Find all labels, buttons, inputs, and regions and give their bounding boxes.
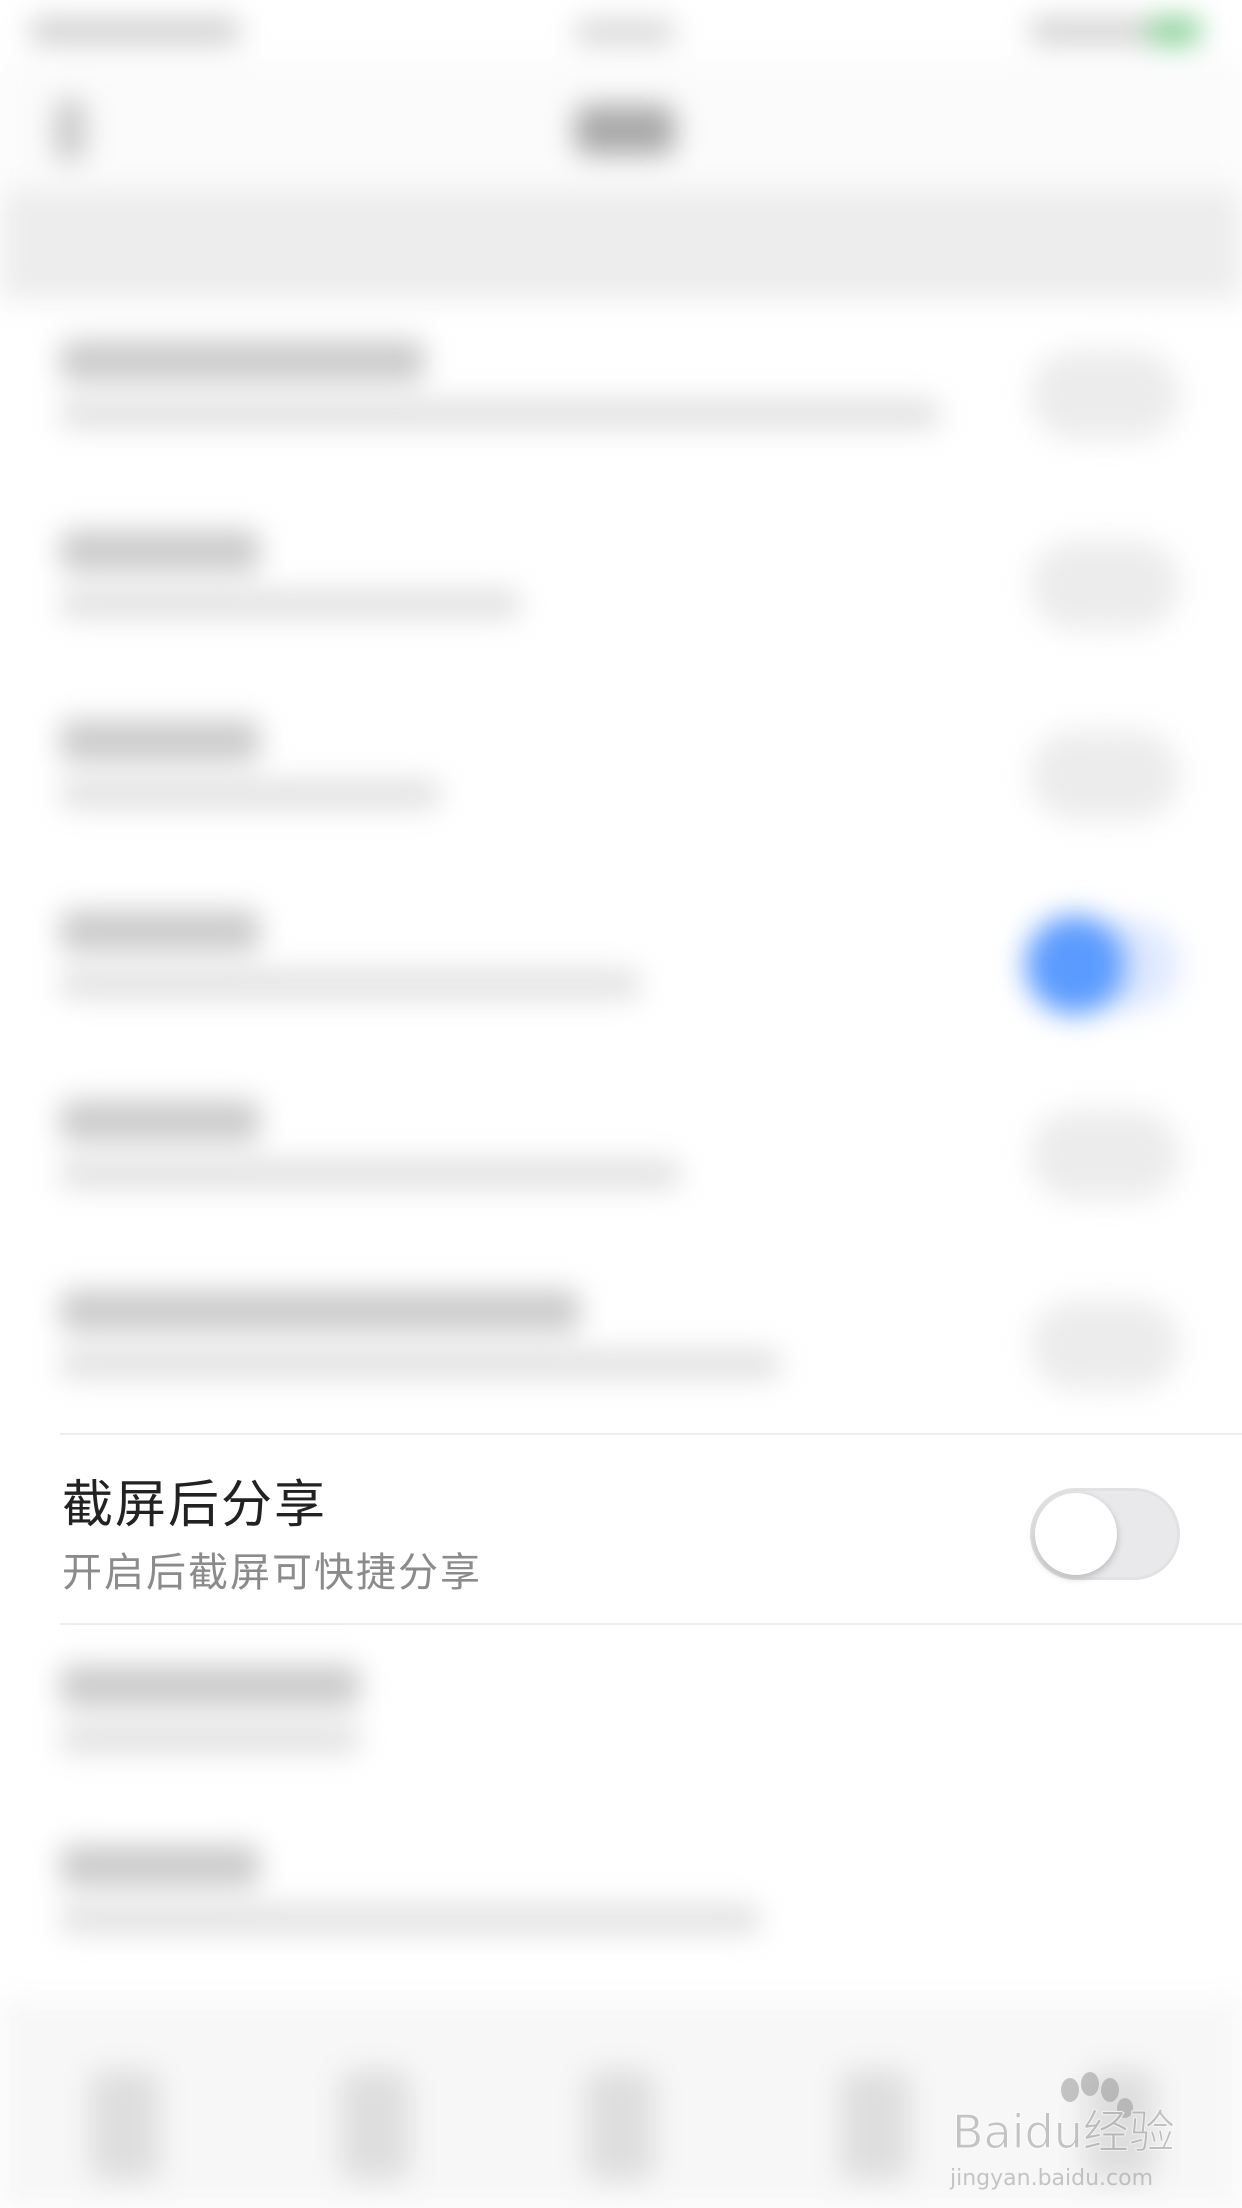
carrier-signal (30, 18, 240, 44)
toggle-knob (1035, 1493, 1117, 1575)
row-toggle[interactable] (1030, 540, 1180, 630)
settings-row-9[interactable] (0, 1805, 1242, 1995)
back-arrow-icon[interactable] (55, 100, 85, 160)
settings-row-6[interactable] (0, 1250, 1242, 1440)
baidu-jingyan-watermark: Baidu经验 jingyan.baidu.com (950, 2070, 1180, 2191)
tab-icon[interactable] (585, 2070, 655, 2180)
settings-row-8[interactable] (0, 1625, 1242, 1815)
section-separator (0, 190, 1242, 300)
row-subtitle (60, 400, 940, 428)
page-title (575, 105, 675, 155)
row-title (60, 720, 260, 762)
tab-icon[interactable] (840, 2070, 910, 2180)
row-title: 截屏后分享 (62, 1476, 328, 1535)
battery-icon (1150, 18, 1200, 44)
settings-row-3[interactable] (0, 680, 1242, 870)
row-title (60, 1290, 580, 1332)
watermark-url: jingyan.baidu.com (950, 2166, 1154, 2191)
screenshot-share-toggle[interactable] (1030, 1488, 1180, 1580)
row-subtitle (60, 1350, 780, 1378)
blurred-background (0, 0, 1242, 2208)
toggle-knob (1025, 915, 1125, 1015)
row-subtitle (60, 1905, 760, 1933)
row-title (60, 530, 260, 572)
row-subtitle: 开启后截屏可快捷分享 (62, 1550, 482, 1596)
logo-text: Baidu经验 (952, 2105, 1175, 2159)
status-bar (0, 0, 1242, 60)
baidu-logo-icon: Baidu经验 (952, 2072, 1175, 2160)
settings-row-screenshot-share[interactable]: 截屏后分享 开启后截屏可快捷分享 (0, 1435, 1242, 1625)
tab-icon[interactable] (340, 2070, 410, 2180)
row-divider-bottom (60, 1623, 1242, 1625)
settings-row-4[interactable] (0, 870, 1242, 1060)
row-toggle[interactable] (1030, 730, 1180, 820)
row-toggle[interactable] (1030, 350, 1180, 440)
row-title (60, 1100, 260, 1142)
row-toggle[interactable] (1030, 1300, 1180, 1390)
row-subtitle (60, 970, 640, 998)
row-toggle[interactable] (1030, 1110, 1180, 1200)
row-subtitle (60, 1160, 680, 1188)
row-title (60, 340, 425, 382)
row-title (60, 910, 260, 952)
row-title (60, 1665, 360, 1707)
settings-screen: 截屏后分享 开启后截屏可快捷分享 Baidu经验 jingyan.baidu.c… (0, 0, 1242, 2208)
settings-row-1[interactable] (0, 300, 1242, 490)
row-title (60, 1845, 260, 1887)
navigation-bar (0, 60, 1242, 190)
row-subtitle (60, 780, 440, 808)
row-subtitle (60, 1725, 360, 1753)
settings-row-5[interactable] (0, 1060, 1242, 1250)
row-subtitle (60, 590, 520, 618)
settings-row-2[interactable] (0, 490, 1242, 680)
clock (575, 20, 675, 44)
tab-icon[interactable] (90, 2070, 160, 2180)
